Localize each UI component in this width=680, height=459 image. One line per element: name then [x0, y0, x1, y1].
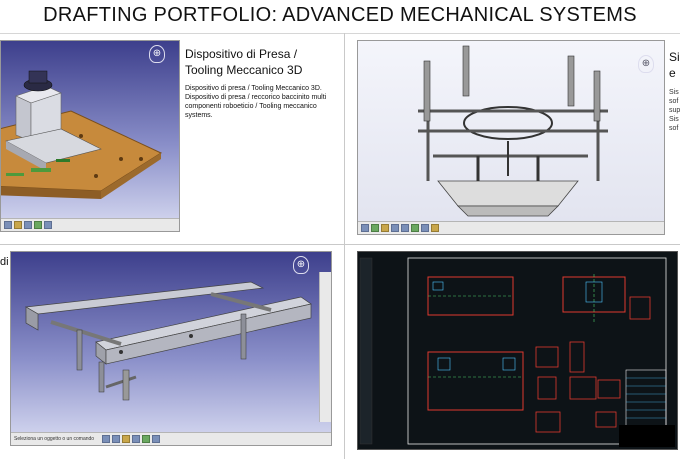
toolbar-button-icon[interactable]	[421, 224, 429, 232]
cad-toolbar	[358, 221, 664, 234]
toolbar-button-icon[interactable]	[122, 435, 131, 443]
toolbar-button-icon[interactable]	[431, 224, 439, 232]
grid-divider-top	[0, 33, 680, 34]
cad-status-text: Seleziona un oggetto o un comando	[14, 436, 95, 442]
frame-heading-fragment-2: e	[669, 66, 676, 80]
cad-toolbar: Seleziona un oggetto o un comando	[11, 432, 331, 445]
toolbar-button-icon[interactable]	[44, 221, 52, 229]
frame-desc-fragment: sup	[669, 107, 680, 114]
tooling-heading-line1: Dispositivo di Presa /	[185, 47, 298, 61]
compass-icon[interactable]: ⊕	[638, 55, 654, 73]
toolbar-button-icon[interactable]	[4, 221, 12, 229]
toolbar-button-icon[interactable]	[142, 435, 151, 443]
toolbar-button-icon[interactable]	[152, 435, 161, 443]
toolbar-button-icon[interactable]	[132, 435, 141, 443]
toolbar-button-icon[interactable]	[14, 221, 22, 229]
cad-2d-drawing[interactable]	[357, 251, 678, 450]
compass-icon[interactable]: ⊕	[293, 256, 309, 274]
frame-desc-fragment: Sis	[669, 116, 679, 123]
drawing-overlay-box	[619, 425, 675, 447]
tooling-description-block: Dispositivo di Presa / Tooling Meccanico…	[185, 46, 340, 120]
toolbar-button-icon[interactable]	[411, 224, 419, 232]
cad-toolbar	[1, 218, 179, 231]
frame-heading-fragment-1: Si	[669, 50, 680, 64]
page-title: DRAFTING PORTFOLIO: ADVANCED MECHANICAL …	[43, 4, 637, 26]
toolbar-button-icon[interactable]	[391, 224, 399, 232]
drawing-sheet	[359, 257, 667, 445]
grid-divider-horizontal	[0, 244, 680, 245]
toolbar-button-icon[interactable]	[102, 435, 111, 443]
frame-desc-fragment: sof	[669, 98, 679, 105]
compass-icon[interactable]: ⊕	[149, 45, 165, 63]
toolbar-button-icon[interactable]	[112, 435, 121, 443]
grid-divider-vertical	[344, 33, 345, 459]
toolbar-button-icon[interactable]	[371, 224, 379, 232]
cad-side-toolbar	[319, 272, 331, 422]
cad-viewport-tooling[interactable]: ⊕	[0, 40, 180, 232]
cad-viewport-beam[interactable]: ⊕ Seleziona un oggetto o un comando	[10, 251, 332, 446]
beam-side-fragment: di	[0, 256, 9, 268]
tooling-description: Dispositivo di presa / Tooling Meccanico…	[185, 85, 327, 119]
toolbar-button-icon[interactable]	[34, 221, 42, 229]
toolbar-button-icon[interactable]	[401, 224, 409, 232]
toolbar-button-icon[interactable]	[381, 224, 389, 232]
tooling-fixture-model	[1, 70, 163, 199]
frame-desc-fragment: sof	[669, 125, 679, 132]
frame-desc-fragment: Sis	[669, 89, 679, 96]
toolbar-button-icon[interactable]	[24, 221, 32, 229]
toolbar-button-icon[interactable]	[361, 224, 369, 232]
frame-assembly-model	[418, 45, 608, 217]
cad-viewport-frame[interactable]: ⊕	[357, 40, 665, 235]
tooling-heading-line2: Tooling Meccanico 3D	[185, 63, 303, 77]
beam-assembly-model	[24, 281, 312, 401]
